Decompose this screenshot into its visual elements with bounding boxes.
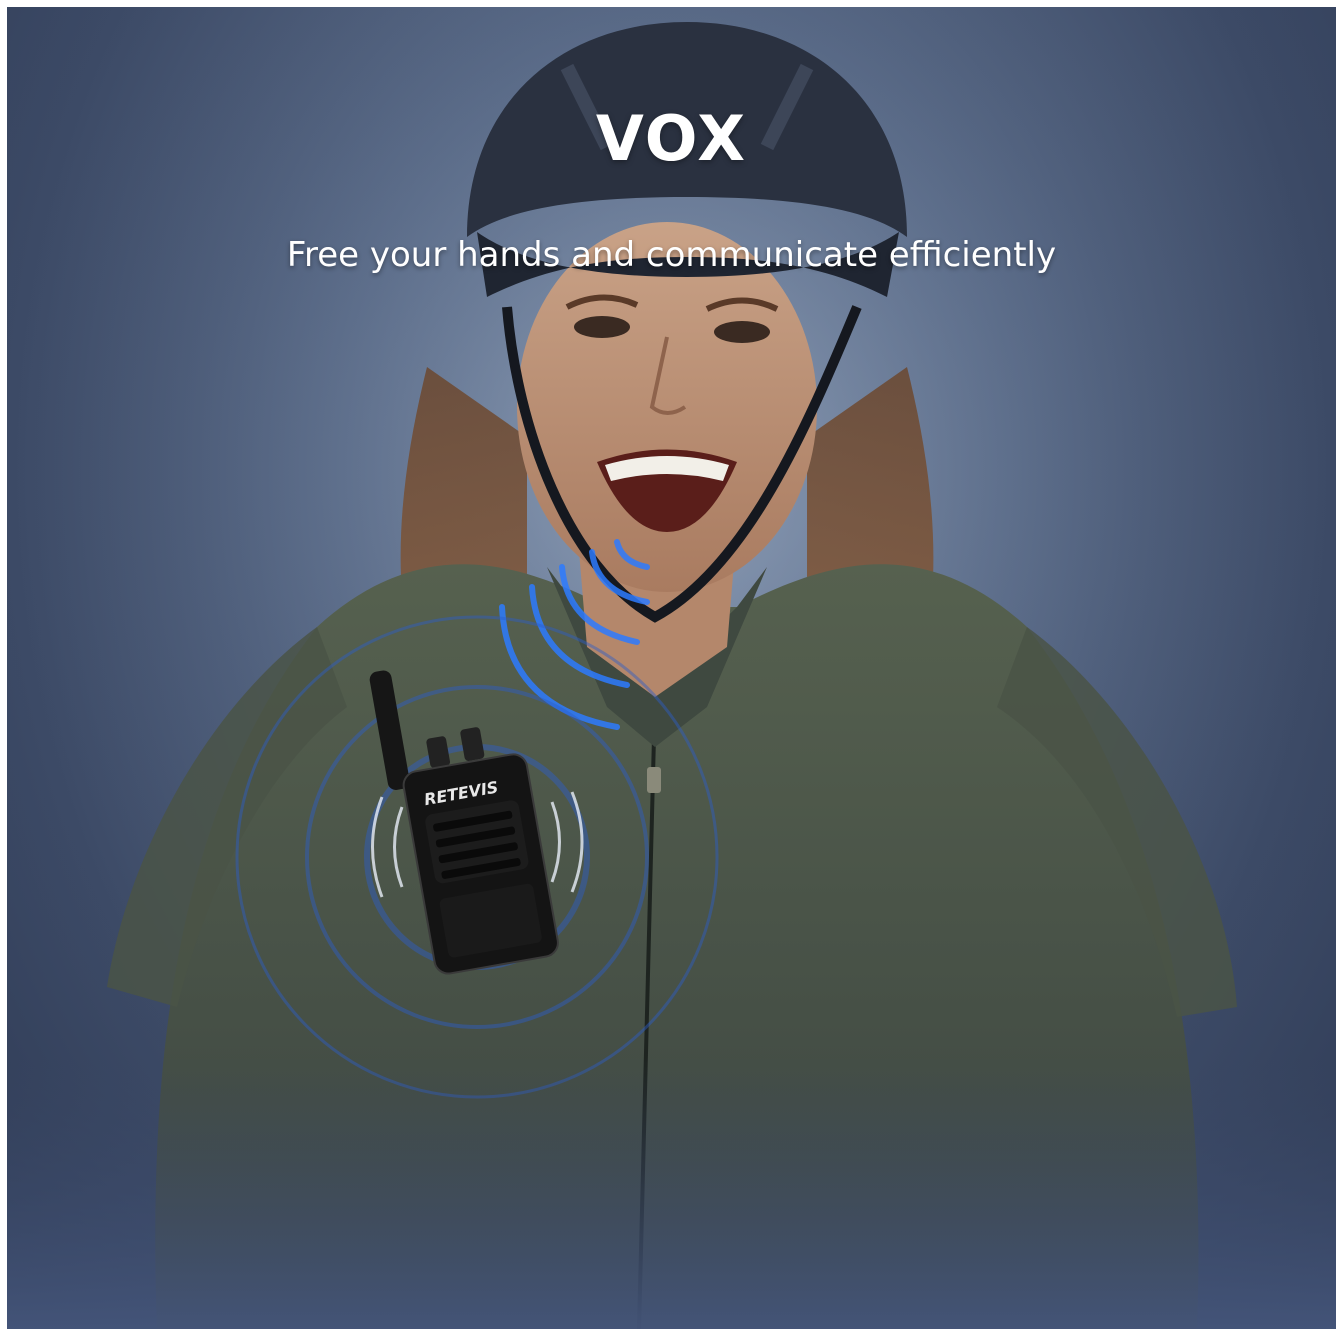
banner-subtitle: Free your hands and communicate efficien… (286, 235, 1057, 275)
cyclist-scene: RETEVIS (7, 7, 1336, 1329)
product-banner: RETEVIS VOX Free your hands and communic… (7, 7, 1336, 1329)
banner-title: VOX (595, 102, 748, 175)
face (517, 222, 817, 592)
